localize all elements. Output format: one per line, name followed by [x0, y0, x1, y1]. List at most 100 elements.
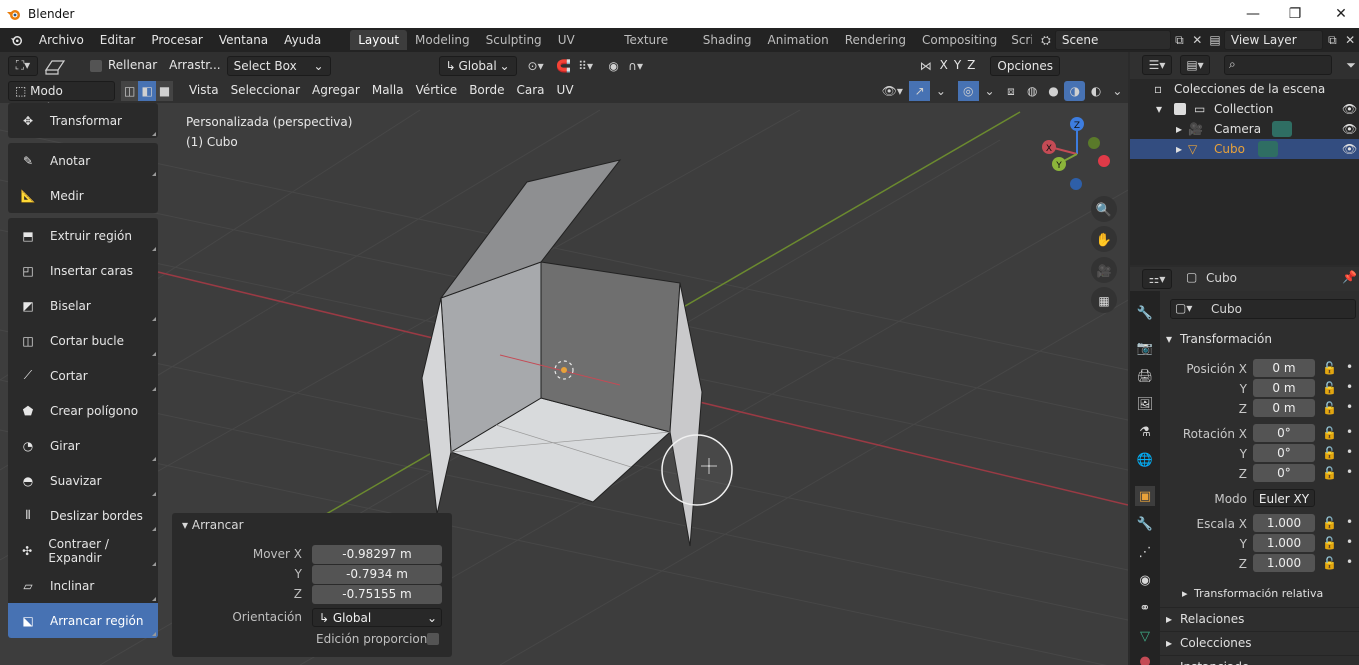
rotation-z-field[interactable]: 0°	[1253, 464, 1315, 482]
scene-tab-icon[interactable]: ⚗	[1135, 422, 1155, 442]
mesh-data-icon[interactable]	[1258, 141, 1278, 157]
menu-seleccionar[interactable]: Seleccionar	[225, 81, 306, 101]
mirror-z-toggle[interactable]: Z	[964, 56, 978, 76]
tab-uv-editing[interactable]: UV Editing	[550, 30, 617, 67]
camera-row[interactable]: ▸ 🎥 Camera 👁	[1130, 119, 1359, 139]
mirror-y-toggle[interactable]: Y	[951, 56, 964, 76]
lock-icon[interactable]: 🔓	[1322, 361, 1337, 375]
minimize-button[interactable]: —	[1230, 0, 1276, 28]
tab-layout[interactable]: Layout	[350, 30, 408, 50]
tab-shading[interactable]: Shading	[695, 30, 760, 50]
scene-field[interactable]: Scene	[1054, 30, 1171, 50]
expand-icon[interactable]: ▸	[1176, 119, 1182, 139]
lock-icon[interactable]: 🔓	[1322, 401, 1337, 415]
tool-loop-cut[interactable]: ◫ Cortar bucle	[8, 323, 158, 358]
view-layer-field[interactable]: View Layer	[1223, 30, 1324, 50]
camera-view-icon[interactable]: 🎥	[1097, 264, 1112, 278]
object-name-field[interactable]: ▢▾ Cubo	[1170, 299, 1356, 319]
collection-row[interactable]: ▾ ▭ Collection 👁	[1130, 99, 1359, 119]
tool-transform[interactable]: ✥ Transformar	[8, 103, 158, 138]
remove-view-layer-icon[interactable]: ✕	[1341, 30, 1359, 50]
gizmo-dropdown-icon[interactable]: ⌄	[930, 81, 951, 101]
constraints-tab-icon[interactable]: ⚭	[1135, 598, 1155, 618]
lock-icon[interactable]: 🔓	[1322, 466, 1337, 480]
collections-section-header[interactable]: ▸ Colecciones	[1160, 631, 1359, 653]
keyframe-dot-icon[interactable]: •	[1346, 380, 1353, 394]
delta-transform-header[interactable]: ▸ Transformación relativa	[1160, 583, 1359, 605]
tool-bevel[interactable]: ◩ Biselar	[8, 288, 158, 323]
mode-dropdown[interactable]: ⬚ Modo Edición ⌄	[8, 81, 115, 116]
rotation-mode-dropdown[interactable]: Euler XY ⌄	[1253, 489, 1315, 524]
tab-scripting[interactable]: Scripti	[1005, 30, 1032, 50]
lock-icon[interactable]: 🔓	[1322, 536, 1337, 550]
location-x-field[interactable]: 0 m	[1253, 359, 1315, 377]
move-x-field[interactable]: -0.98297 m	[312, 545, 442, 564]
camera-data-icon[interactable]	[1272, 121, 1292, 137]
tool-smooth[interactable]: ◓ Suavizar	[8, 463, 158, 498]
face-select-icon[interactable]: ■	[155, 81, 174, 101]
lock-icon[interactable]: 🔓	[1322, 381, 1337, 395]
eye-icon[interactable]: 👁	[1342, 119, 1357, 139]
modifier-tab-icon[interactable]: 🔧	[1135, 514, 1155, 534]
restore-button[interactable]: ❐	[1272, 0, 1318, 28]
lock-icon[interactable]: 🔓	[1322, 556, 1337, 570]
tool-spin[interactable]: ◔ Girar	[8, 428, 158, 463]
lock-icon[interactable]: 🔓	[1322, 426, 1337, 440]
tool-poly-build[interactable]: ⬟ Crear polígono	[8, 393, 158, 428]
menu-procesar[interactable]: Procesar	[143, 28, 211, 52]
new-view-layer-icon[interactable]: ⧉	[1323, 30, 1341, 50]
viewport-scene[interactable]: Z X Y 🔍 ✋ 🎥 ▦	[0, 103, 1128, 665]
edge-select-icon[interactable]: ◧	[138, 81, 156, 101]
scale-z-field[interactable]: 1.000	[1253, 554, 1315, 572]
navigation-gizmo[interactable]: Z X Y	[1042, 117, 1110, 190]
material-shading-icon[interactable]: ◑	[1064, 81, 1086, 101]
pin-icon[interactable]: 📌	[1342, 270, 1357, 284]
proportional-checkbox[interactable]	[427, 633, 439, 645]
rotation-y-field[interactable]: 0°	[1253, 444, 1315, 462]
tool-settings-dropdown[interactable]: ⛶▾	[8, 55, 38, 76]
tab-sculpting[interactable]: Sculpting	[478, 30, 550, 50]
lock-icon[interactable]: 🔓	[1322, 516, 1337, 530]
view-layer-icon[interactable]: ▤	[1206, 30, 1224, 50]
material-tab-icon[interactable]: ●	[1135, 651, 1155, 665]
proportional-edit-icon[interactable]: ◉	[603, 56, 625, 76]
tool-inset-faces[interactable]: ◰ Insertar caras	[8, 253, 158, 288]
solid-shading-icon[interactable]: ●	[1043, 81, 1064, 101]
tool-rip-region[interactable]: ⬕ Arrancar región	[8, 603, 158, 638]
close-button[interactable]: ✕	[1318, 0, 1359, 28]
display-mode-dropdown[interactable]: ▤▾	[1180, 55, 1210, 75]
scale-x-field[interactable]: 1.000	[1253, 514, 1315, 532]
select-box-tool-icon[interactable]	[38, 56, 72, 76]
eye-icon[interactable]: 👁	[1342, 139, 1357, 159]
tool-extrude-region[interactable]: ⬒ Extruir región	[8, 218, 158, 253]
editor-type-dropdown[interactable]: ⚏▾	[1142, 269, 1172, 289]
view-layer-tab-icon[interactable]: 🖼	[1135, 394, 1155, 414]
mesh-object[interactable]	[421, 159, 703, 547]
cube-row[interactable]: ▸ ▽ Cubo 👁	[1130, 139, 1359, 159]
3d-viewport[interactable]: Z X Y 🔍 ✋ 🎥 ▦	[0, 103, 1128, 665]
scene-icon[interactable]: ⛭	[1037, 30, 1055, 50]
ortho-grid-icon[interactable]: ▦	[1098, 294, 1109, 308]
overlays-dropdown-icon[interactable]: ⌄	[979, 81, 1000, 101]
keyframe-dot-icon[interactable]: •	[1346, 515, 1353, 529]
vertex-select-icon[interactable]: ◫	[120, 81, 139, 101]
filter-icon[interactable]: ⏷	[1340, 55, 1359, 75]
remove-scene-icon[interactable]: ✕	[1188, 30, 1206, 50]
pan-hand-icon[interactable]: ✋	[1096, 232, 1112, 248]
mirror-icon[interactable]: ⋈	[915, 56, 937, 76]
snap-target-icon[interactable]: ⠿▾	[575, 56, 597, 76]
relations-section-header[interactable]: ▸ Relaciones	[1160, 607, 1359, 629]
tool-shrink-fatten[interactable]: ✣ Contraer / Expandir	[8, 533, 158, 568]
xray-icon[interactable]: ⧈	[1000, 81, 1021, 101]
editor-type-dropdown[interactable]: ☰▾	[1142, 55, 1172, 75]
expand-icon[interactable]: ▸	[1176, 139, 1182, 159]
visibility-icon[interactable]: 👁▾	[882, 81, 903, 101]
lock-icon[interactable]: 🔓	[1322, 446, 1337, 460]
physics-tab-icon[interactable]: ◉	[1135, 570, 1155, 590]
menu-agregar[interactable]: Agregar	[306, 81, 366, 101]
tool-measure[interactable]: 📐 Medir	[8, 178, 158, 213]
collection-checkbox[interactable]	[1174, 103, 1186, 115]
tab-compositing[interactable]: Compositing	[914, 30, 1005, 50]
tab-modeling[interactable]: Modeling	[407, 30, 478, 50]
tool-annotate[interactable]: ✎ Anotar	[8, 143, 158, 178]
